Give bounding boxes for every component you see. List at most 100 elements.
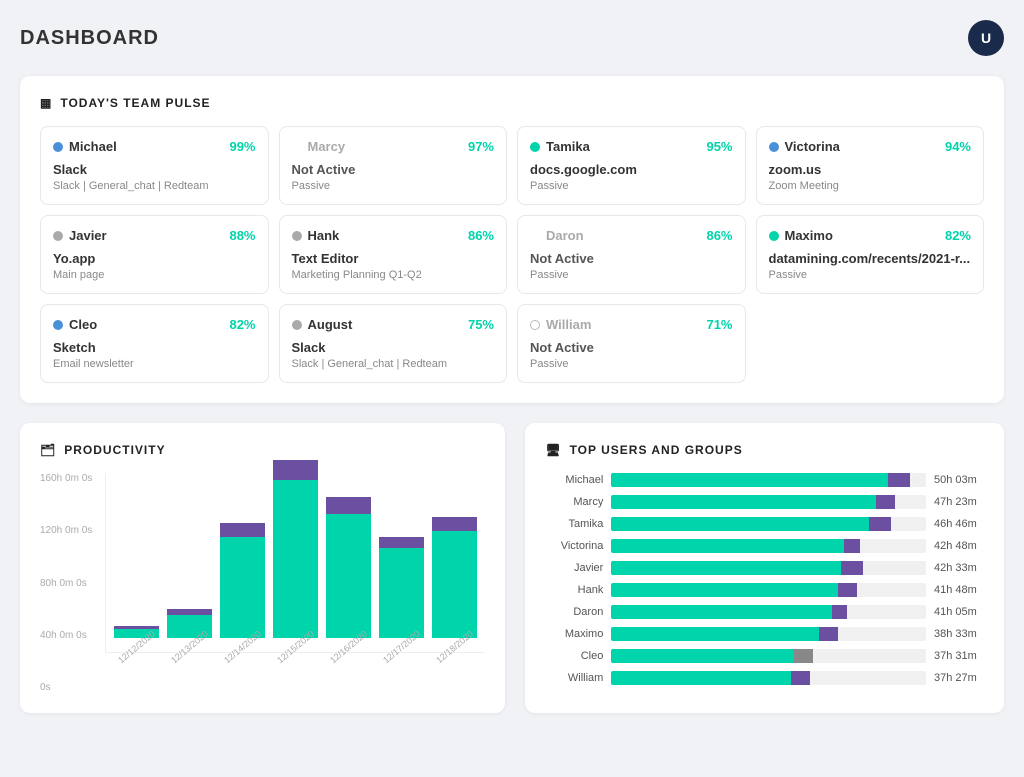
top-user-time: 47h 23m — [934, 496, 984, 508]
bar-purple — [326, 497, 371, 514]
bar-purple-segment — [869, 517, 891, 531]
top-user-name: Tamika — [545, 518, 603, 530]
productivity-card: 🗂 PRODUCTIVITY 160h 0m 0s120h 0m 0s80h 0… — [20, 423, 505, 713]
top-user-time: 37h 31m — [934, 650, 984, 662]
status-dot — [769, 142, 779, 152]
y-axis-labels: 160h 0m 0s120h 0m 0s80h 0m 0s40h 0m 0s0s — [40, 473, 100, 693]
productivity-icon: 🗂 — [40, 443, 56, 457]
top-user-time: 41h 48m — [934, 584, 984, 596]
member-detail: Zoom Meeting — [769, 180, 972, 192]
bar-teal-segment — [611, 671, 790, 685]
page-title: DASHBOARD — [20, 27, 159, 50]
status-dot — [769, 231, 779, 241]
y-axis-label: 0s — [40, 682, 100, 693]
member-percent: 86% — [706, 228, 732, 243]
pulse-item-header: Tamika 95% — [530, 139, 733, 154]
member-percent: 86% — [468, 228, 494, 243]
top-user-time: 50h 03m — [934, 474, 984, 486]
bar-stack — [273, 460, 318, 638]
bar-teal-segment — [611, 539, 844, 553]
bar-stack — [220, 523, 265, 638]
productivity-chart: 160h 0m 0s120h 0m 0s80h 0m 0s40h 0m 0s0s… — [40, 473, 485, 693]
top-user-name: Michael — [545, 474, 603, 486]
member-app: Slack — [292, 340, 495, 355]
status-dot — [530, 142, 540, 152]
bar-teal-segment — [611, 583, 838, 597]
bar-teal-segment — [611, 605, 831, 619]
bar-teal — [432, 531, 477, 638]
top-user-bar — [611, 473, 926, 487]
member-name: Michael — [53, 139, 117, 154]
member-app: Not Active — [530, 251, 733, 266]
pulse-item: Javier 88% Yo.app Main page — [40, 215, 269, 294]
top-users-card: 🖥 TOP USERS AND GROUPS Michael 50h 03m M… — [525, 423, 1004, 713]
member-percent: 88% — [229, 228, 255, 243]
bar-stack — [326, 497, 371, 638]
avatar[interactable]: U — [968, 20, 1004, 56]
bar-purple — [220, 523, 265, 537]
top-user-row: Cleo 37h 31m — [545, 649, 984, 663]
bar-purple-segment — [888, 473, 910, 487]
bar-purple — [432, 517, 477, 531]
member-app: datamining.com/recents/2021-r... — [769, 251, 972, 266]
pulse-item: Michael 99% Slack Slack | General_chat |… — [40, 126, 269, 205]
member-app: zoom.us — [769, 162, 972, 177]
pulse-item: Cleo 82% Sketch Email newsletter — [40, 304, 269, 383]
pulse-item-header: Maximo 82% — [769, 228, 972, 243]
bar-teal-segment — [611, 473, 888, 487]
pulse-item-header: Marcy 97% — [292, 139, 495, 154]
member-name: William — [530, 317, 591, 332]
member-app: Not Active — [530, 340, 733, 355]
pulse-item: Victorina 94% zoom.us Zoom Meeting — [756, 126, 985, 205]
bar-teal-segment — [611, 627, 819, 641]
top-user-name: Javier — [545, 562, 603, 574]
top-user-row: William 37h 27m — [545, 671, 984, 685]
y-axis-label: 40h 0m 0s — [40, 630, 100, 641]
y-axis-label: 120h 0m 0s — [40, 525, 100, 536]
y-axis-label: 160h 0m 0s — [40, 473, 100, 484]
monitor-icon: 🖥 — [545, 443, 561, 457]
member-app: Slack — [53, 162, 256, 177]
top-user-bar — [611, 583, 926, 597]
member-detail: Passive — [530, 180, 733, 192]
member-percent: 82% — [945, 228, 971, 243]
top-user-bar — [611, 627, 926, 641]
top-user-time: 46h 46m — [934, 518, 984, 530]
pulse-item-header: Javier 88% — [53, 228, 256, 243]
top-user-time: 42h 33m — [934, 562, 984, 574]
chart-bars: 12/12/2020 12/13/2020 12/14/2020 12/15/2… — [105, 473, 485, 653]
status-dot — [53, 320, 63, 330]
pulse-item-header: Victorina 94% — [769, 139, 972, 154]
member-detail: Passive — [769, 269, 972, 281]
member-detail: Passive — [530, 358, 733, 370]
top-user-row: Tamika 46h 46m — [545, 517, 984, 531]
bar-purple-segment — [832, 605, 848, 619]
pulse-item-header: William 71% — [530, 317, 733, 332]
bar-stack — [379, 537, 424, 638]
bar-purple-segment — [838, 583, 857, 597]
chart-bar-group: 12/17/2020 — [379, 537, 424, 652]
pulse-item: William 71% Not Active Passive — [517, 304, 746, 383]
bar-purple — [379, 537, 424, 548]
member-detail: Slack | General_chat | Redteam — [292, 358, 495, 370]
status-dot — [292, 231, 302, 241]
top-user-name: Cleo — [545, 650, 603, 662]
pulse-item-header: Hank 86% — [292, 228, 495, 243]
bar-purple-segment — [844, 539, 860, 553]
top-users-title: 🖥 TOP USERS AND GROUPS — [545, 443, 984, 457]
top-user-name: Maximo — [545, 628, 603, 640]
pulse-item-header: Daron 86% — [530, 228, 733, 243]
bar-stack — [432, 517, 477, 638]
top-user-time: 42h 48m — [934, 540, 984, 552]
top-user-name: Daron — [545, 606, 603, 618]
member-app: Yo.app — [53, 251, 256, 266]
top-user-name: Victorina — [545, 540, 603, 552]
member-percent: 99% — [229, 139, 255, 154]
bar-teal — [273, 480, 318, 638]
member-name: Victorina — [769, 139, 840, 154]
status-dot — [292, 320, 302, 330]
top-user-name: William — [545, 672, 603, 684]
member-name: August — [292, 317, 353, 332]
chart-bar-group: 12/14/2020 — [220, 523, 265, 652]
status-dot — [53, 142, 63, 152]
